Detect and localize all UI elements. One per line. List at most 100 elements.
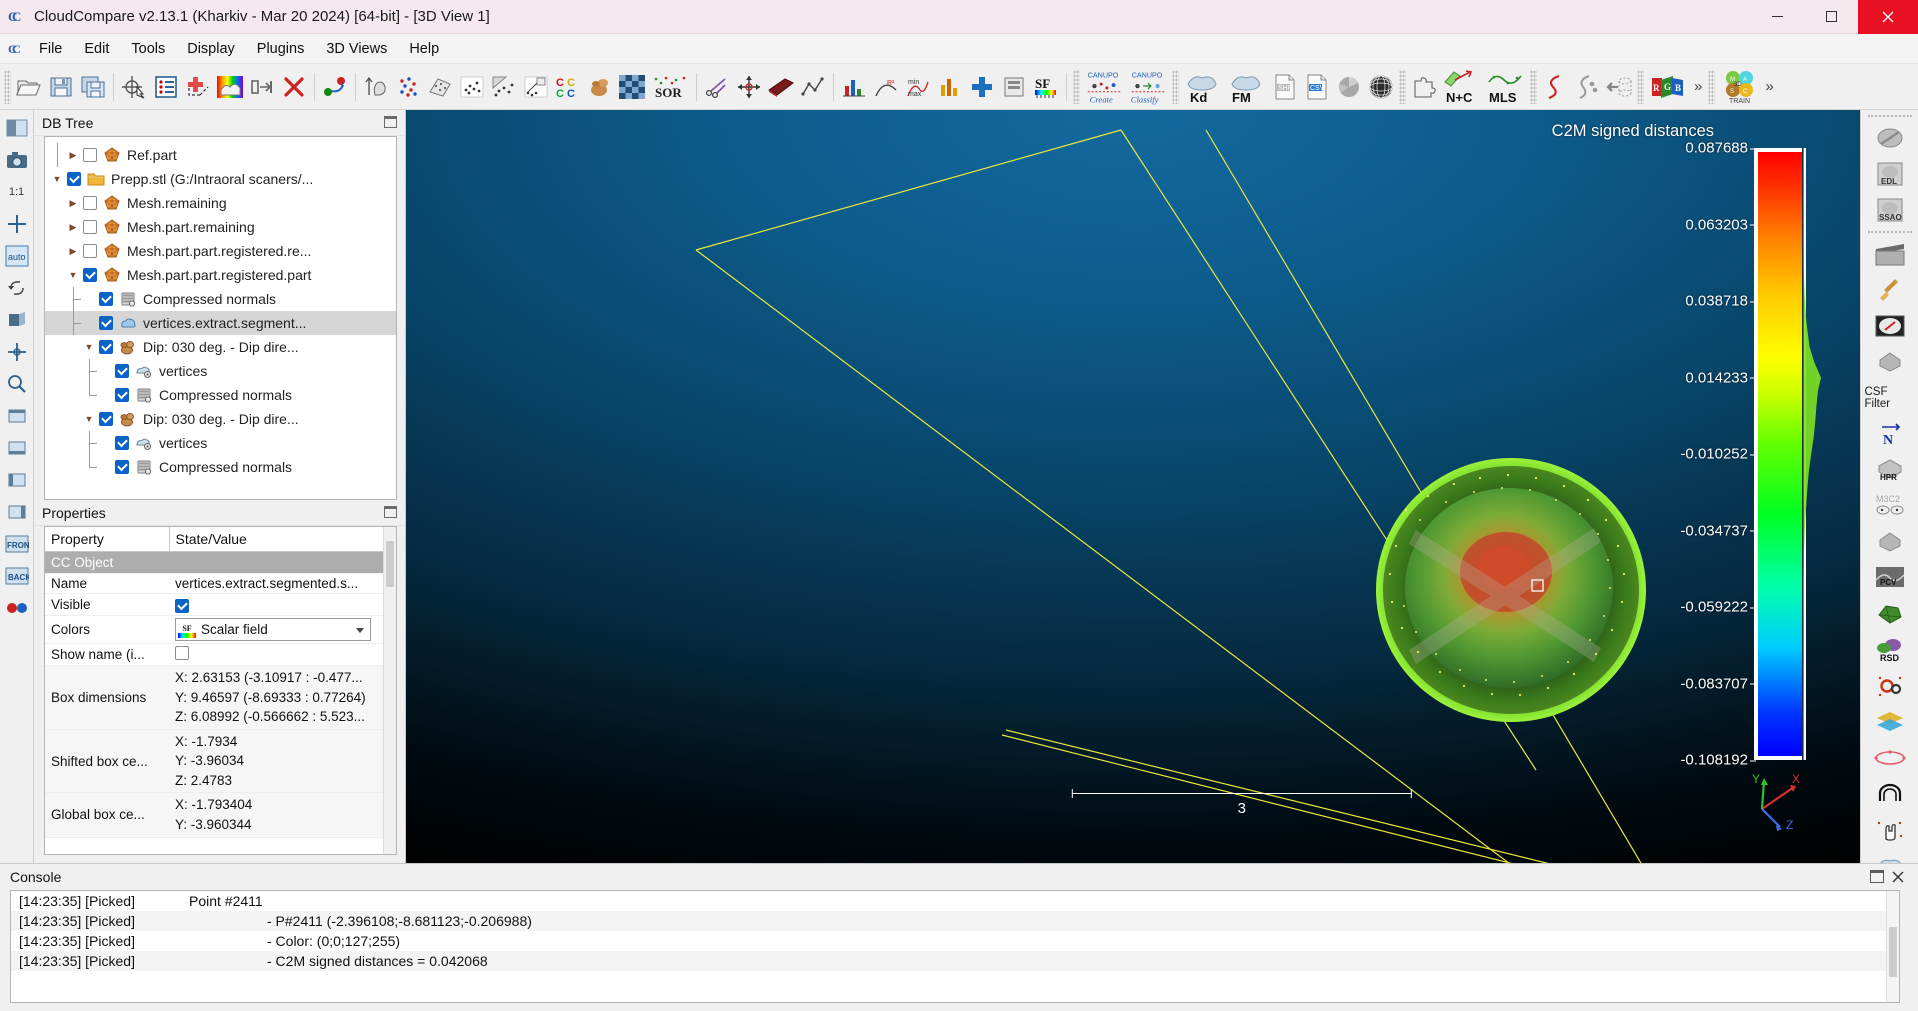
cloud-mesh-dist-icon[interactable] [424,69,456,105]
normals-compute-icon[interactable]: N+C [1440,69,1484,105]
db-tree-float-button[interactable] [384,116,397,128]
toolbar-handle-6[interactable] [1637,70,1644,104]
tree-item-checkbox[interactable] [99,292,113,306]
broom-cleanup-icon[interactable] [1865,273,1915,307]
trace-polyline-icon[interactable] [797,69,829,105]
properties-float-button[interactable] [384,506,397,518]
view-full-screen-icon[interactable] [2,113,32,143]
zoom-1to1-icon[interactable]: 1:1 [2,177,32,207]
hpr-icon[interactable]: HPR [1865,453,1915,487]
canupo-create-icon[interactable]: CANUPOCreate [1082,69,1126,105]
local-modeling-icon[interactable] [488,69,520,105]
clone-icon[interactable] [246,69,278,105]
fast-marching-icon[interactable]: FM [1225,69,1269,105]
console-body[interactable]: [14:23:35] [Picked]Point #2411[14:23:35]… [10,890,1900,1003]
edl-shader-icon[interactable]: EDL [1865,157,1915,191]
pivot-toggle-icon[interactable] [2,273,32,303]
tree-item[interactable]: Compressed normals [45,455,396,479]
3d-view[interactable]: C2M signed distances 0.0876880.0632030.0… [406,110,1860,863]
tree-item-checkbox[interactable] [83,148,97,162]
tree-collapse-arrow-icon[interactable] [49,167,65,191]
tree-item[interactable]: Compressed normals [45,383,396,407]
tree-item[interactable]: Ref.part [45,143,396,167]
tree-item-checkbox[interactable] [83,244,97,258]
view-top-icon[interactable] [2,401,32,431]
stereo-glasses-icon[interactable] [2,593,32,623]
tree-item-checkbox[interactable] [83,220,97,234]
delete-icon[interactable] [278,69,310,105]
menu-file[interactable]: File [28,37,73,61]
tree-item[interactable]: Mesh.part.part.registered.re... [45,239,396,263]
snapshot-camera-icon[interactable] [2,145,32,175]
curve-points-icon[interactable] [1571,69,1603,105]
pcv-icon[interactable]: PCV [1865,561,1915,595]
tree-item-checkbox[interactable] [115,436,129,450]
menu-help[interactable]: Help [398,37,450,61]
layers-icon[interactable] [1865,705,1915,739]
ellipse-fit-icon[interactable] [1865,741,1915,775]
puzzle-plugin-icon[interactable] [1408,69,1440,105]
view-front-icon[interactable]: FRONT [2,529,32,559]
mls-smooth-icon[interactable]: MLS [1484,69,1528,105]
menu-edit[interactable]: Edit [73,37,120,61]
colors-combobox[interactable]: SFScalar field [175,618,371,641]
tree-item[interactable]: vertices [45,359,396,383]
tree-collapse-arrow-icon[interactable] [81,335,97,359]
console-scrollbar[interactable] [1886,891,1899,1002]
properties-row-value[interactable] [169,594,396,616]
right-rail-handle-2[interactable] [1868,231,1912,233]
tree-item-checkbox[interactable] [115,364,129,378]
tree-item[interactable]: Mesh.part.remaining [45,215,396,239]
chevron-down-icon[interactable] [356,628,364,633]
auto-zoom-icon[interactable]: auto [2,241,32,271]
registration-icon[interactable] [584,69,616,105]
toolbar-handle-3[interactable] [1172,70,1179,104]
tree-expand-arrow-icon[interactable] [65,239,81,263]
properties-row-value[interactable]: X: 2.63153 (-3.10917 : -0.477...Y: 9.465… [169,666,396,730]
segment-extract-icon[interactable] [360,69,392,105]
toolbar-handle-4[interactable] [1399,70,1406,104]
save-icon[interactable] [45,69,77,105]
properties-row-value[interactable] [169,644,396,666]
properties-row-value[interactable]: X: -1.7934Y: -3.96034Z: 2.4783 [169,729,396,793]
subsample-icon[interactable] [616,69,648,105]
console-float-button[interactable] [1870,870,1884,883]
menu-plugins[interactable]: Plugins [246,37,316,61]
menu-display[interactable]: Display [176,37,246,61]
translate-rotate-icon[interactable] [733,69,765,105]
maximize-button[interactable] [1804,0,1858,34]
toolbar-handle-7[interactable] [1708,70,1715,104]
sf-min-max-icon[interactable]: minmax [902,69,934,105]
scalar-field-icon[interactable]: SF [1030,69,1062,105]
tree-item[interactable]: Mesh.part.part.registered.part [45,263,396,287]
console-close-button[interactable] [1892,870,1906,883]
sf-gradient-icon[interactable] [934,69,966,105]
pick-rotation-center-icon[interactable] [2,337,32,367]
db-tree[interactable]: Ref.partPrepp.stl (G:/Intraoral scaners/… [45,137,396,479]
cloud-ruler-icon[interactable] [1865,849,1915,863]
tree-item[interactable]: vertices [45,431,396,455]
toolbar-overflow2-icon[interactable]: » [1761,78,1777,95]
poisson-surface-icon[interactable] [1865,597,1915,631]
rainbow-colors-icon[interactable] [214,69,246,105]
sf-add-const-icon[interactable] [966,69,998,105]
tree-item-checkbox[interactable] [99,340,113,354]
masc-3d-icon[interactable]: MASC3DTRAIN [1717,69,1761,105]
properties-checkbox[interactable] [175,599,189,613]
tree-item-checkbox[interactable] [67,172,81,186]
menu-3d-views[interactable]: 3D Views [315,37,398,61]
tree-item[interactable]: Prepp.stl (G:/Intraoral scaners/... [45,167,396,191]
properties-list-icon[interactable] [150,69,182,105]
view-left-icon[interactable] [2,465,32,495]
save-all-icon[interactable] [77,69,109,105]
compute-distances-icon[interactable] [456,69,488,105]
properties-checkbox[interactable] [175,646,189,660]
rgb-colors-icon[interactable]: RGB [1646,69,1690,105]
properties-scroll-thumb[interactable] [386,541,394,587]
mesh-boolean-icon[interactable] [1865,525,1915,559]
toolbar-handle-1[interactable] [4,70,11,104]
menu-tools[interactable]: Tools [120,37,176,61]
csf-filter-label[interactable]: CSF Filter [1865,381,1915,415]
toolbar-handle-2[interactable] [1073,70,1080,104]
curve-fit-icon[interactable] [1539,69,1571,105]
